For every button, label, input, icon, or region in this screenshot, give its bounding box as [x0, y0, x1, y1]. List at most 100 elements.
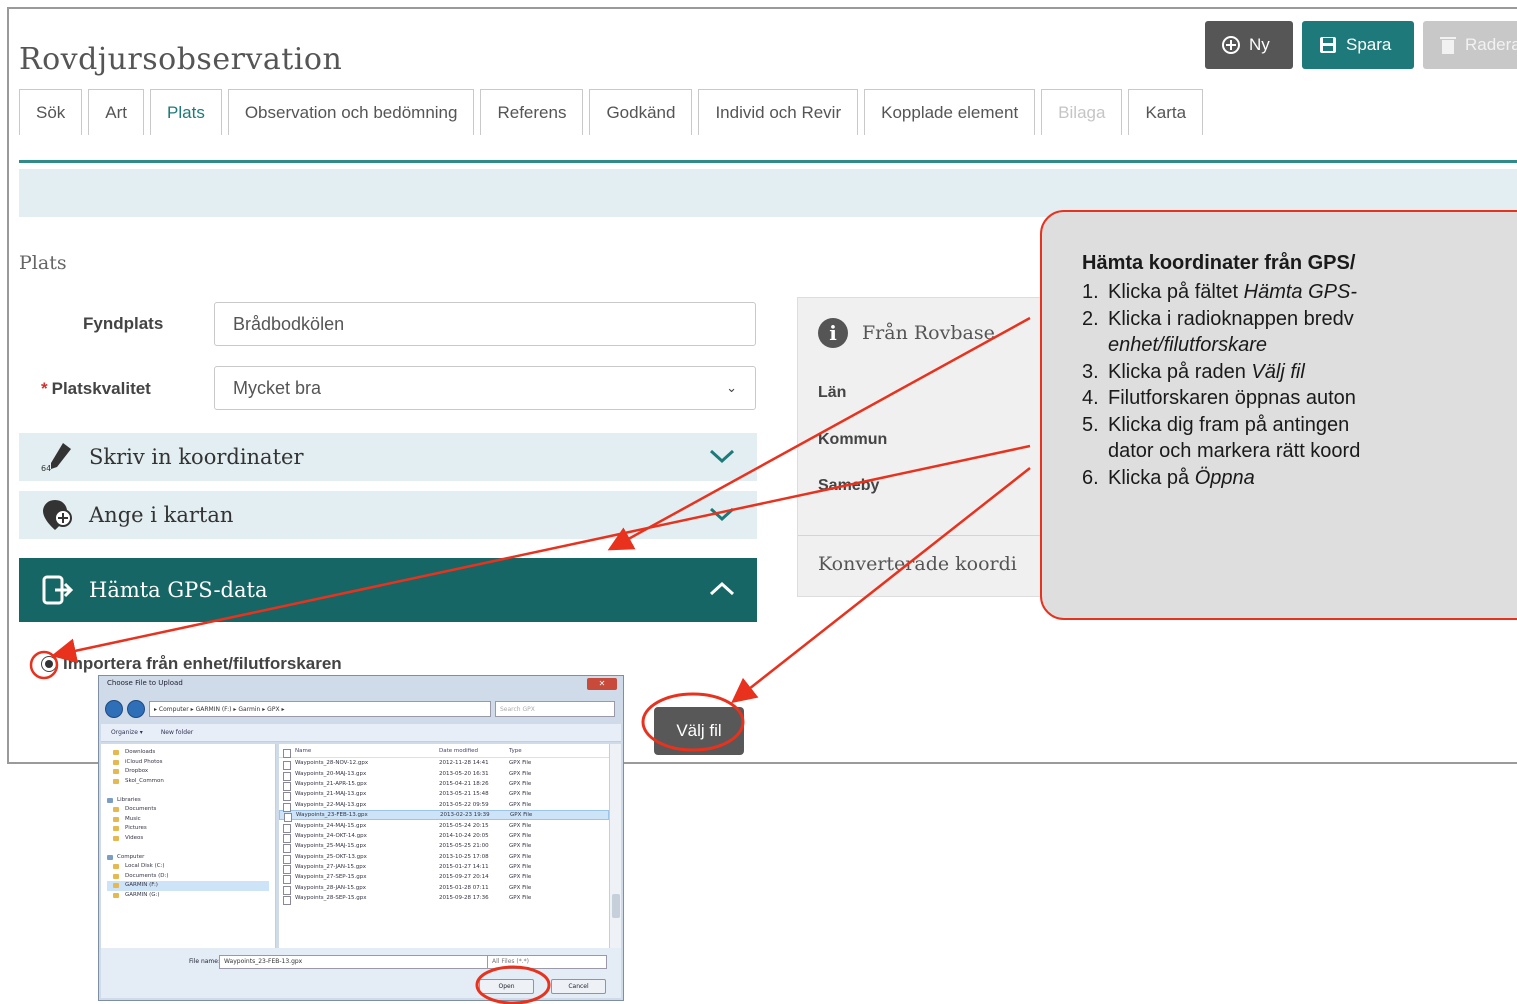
file-row[interactable]: Waypoints_20-MAJ-13.gpx 2013-05-20 16:31 G… [279, 768, 609, 781]
new-folder-button[interactable]: New folder [161, 729, 193, 736]
file-date: 2015-01-28 07:11 [439, 884, 489, 891]
tab-linked-elements[interactable]: Kopplade element [864, 89, 1036, 135]
file-name: Waypoints_22-MAJ-13.gpx [279, 802, 439, 812]
folder-tree-item[interactable]: GARMIN (F:) [107, 881, 269, 891]
open-button[interactable]: Open [479, 979, 534, 994]
file-name: Waypoints_25-MAJ-15.gpx [279, 843, 439, 854]
tab-map[interactable]: Karta [1128, 89, 1204, 135]
folder-tree-item[interactable]: Videos [107, 834, 269, 844]
tab-label: Plats [167, 102, 205, 122]
file-type: GPX File [509, 780, 532, 787]
folder-tree-item[interactable]: Computer [107, 853, 269, 863]
folder-tree-item[interactable]: Pictures [107, 824, 269, 834]
folder-tree-item[interactable]: iCloud Photos [107, 758, 269, 768]
delete-button[interactable]: Radera [1423, 21, 1517, 69]
tab-location[interactable]: Plats [150, 89, 222, 135]
file-type: GPX File [509, 884, 532, 891]
cancel-button[interactable]: Cancel [551, 979, 606, 994]
file-type-select[interactable]: All Files (*.*) [487, 955, 607, 969]
file-row[interactable]: Waypoints_27-JAN-15.gpx 2015-01-27 14:11 G… [279, 862, 609, 875]
back-icon[interactable] [105, 700, 123, 718]
step-number: 5. [1082, 413, 1099, 436]
info-icon: i [818, 318, 848, 348]
save-button[interactable]: Spara [1302, 21, 1414, 69]
file-row[interactable]: Waypoints_21-APR-15.gpx 2015-04-21 18:26 G… [279, 779, 609, 791]
tab-attachment: Bilaga [1041, 89, 1123, 135]
folder-tree-item[interactable]: Downloads [107, 748, 269, 758]
instruction-callout: Hämta koordinater från GPS/ 1. Klicka på … [1040, 210, 1517, 620]
file-type: GPX File [509, 874, 532, 881]
platskvalitet-select[interactable]: Mycket bra ⌄ [214, 366, 756, 410]
tab-approved[interactable]: Godkänd [589, 89, 693, 135]
file-type: GPX File [509, 843, 532, 850]
file-type: GPX File [510, 812, 533, 819]
folder-tree-item[interactable]: Documents (D:) [107, 872, 269, 882]
fyndplats-value: Brådbodkölen [233, 313, 345, 334]
file-list-header: Name Date modified Type [279, 744, 609, 758]
callout-step: 1. Klicka på fältet Hämta GPS- [1082, 279, 1517, 306]
file-row[interactable]: Waypoints_23-FEB-13.gpx 2013-02-23 19:39 G… [279, 809, 609, 823]
file-row[interactable]: Waypoints_25-MAJ-15.gpx 2015-05-25 21:00 G… [279, 841, 609, 854]
sameby-label: Sameby [818, 477, 880, 494]
file-list: Name Date modified Type Waypoints_28-NOV… [279, 744, 609, 952]
choose-file-button[interactable]: Välj fil [654, 707, 744, 755]
folder-tree-item[interactable]: Documents [107, 805, 269, 815]
close-icon[interactable]: ✕ [587, 678, 617, 690]
column-date[interactable]: Date modified [439, 748, 509, 754]
folder-tree-item[interactable]: GARMIN (G:) [107, 891, 269, 901]
county-label: Län [818, 384, 847, 401]
file-row[interactable]: Waypoints_28-JAN-15.gpx 2015-01-28 07:11 G… [279, 883, 609, 895]
column-name[interactable]: Name [279, 748, 439, 758]
file-row[interactable]: Waypoints_21-MAJ-13.gpx 2013-05-21 15:48 G… [279, 789, 609, 802]
file-name: Waypoints_20-MAJ-13.gpx [279, 771, 439, 781]
accordion-label: Skriv in koordinater [89, 445, 304, 469]
accordion-enter-coordinates[interactable]: 64 Skriv in koordinater [19, 433, 757, 481]
fyndplats-input[interactable]: Brådbodkölen [214, 302, 756, 346]
folder-tree-item[interactable]: Music [107, 815, 269, 825]
organize-menu[interactable]: Organize ▾ [111, 729, 143, 736]
file-row[interactable]: Waypoints_22-MAJ-13.gpx 2013-05-22 09:59 G… [279, 800, 609, 812]
file-row[interactable]: Waypoints_25-OKT-13.gpx 2013-10-25 17:08 G… [279, 852, 609, 864]
step-text: Klicka dig fram på antingen [1108, 413, 1350, 436]
file-row[interactable]: Waypoints_27-SEP-15.gpx 2015-09-27 20:14 G… [279, 872, 609, 885]
file-row[interactable]: Waypoints_28-SEP-15.gpx 2015-09-28 17:36 G… [279, 893, 609, 906]
step-text: dator och markera rätt koord [1108, 440, 1361, 462]
step-text: Klicka på raden [1108, 360, 1252, 383]
search-input[interactable]: Search GPX [495, 701, 615, 717]
accordion-label: Ange i kartan [89, 503, 234, 527]
import-option[interactable]: Importera från enhet/filutforskaren [41, 654, 342, 674]
file-name-input[interactable]: Waypoints_23-FEB-13.gpx [219, 955, 489, 969]
file-date: 2015-09-27 20:14 [439, 874, 489, 881]
step-text: Klicka i radioknappen bredv [1108, 307, 1354, 330]
save-button-label: Spara [1346, 35, 1392, 54]
step-text: Klicka på [1108, 466, 1195, 489]
address-bar[interactable]: ▸ Computer ▸ GARMIN (F:) ▸ Garmin ▸ GPX … [149, 701, 491, 717]
file-type: GPX File [509, 822, 532, 829]
folder-tree-item[interactable]: Local Disk (C:) [107, 862, 269, 872]
callout-step: 3. Klicka på raden Välj fil [1082, 359, 1517, 386]
forward-icon[interactable] [127, 700, 145, 718]
step-number: 2. [1082, 307, 1099, 330]
chevron-down-icon [709, 503, 735, 528]
tab-label: Kopplade element [881, 102, 1019, 122]
new-button[interactable]: Ny [1205, 21, 1293, 69]
tab-individual[interactable]: Individ och Revir [698, 89, 859, 135]
column-type[interactable]: Type [509, 748, 549, 754]
step-text: Filutforskaren öppnas auton [1108, 387, 1356, 409]
folder-tree-item[interactable]: Dropbox [107, 767, 269, 777]
accordion-fetch-gps-data[interactable]: Hämta GPS-data [19, 558, 757, 622]
callout-step: dator och markera rätt koord [1082, 438, 1517, 465]
import-radio[interactable] [41, 656, 57, 672]
tab-reference[interactable]: Referens [480, 89, 584, 135]
file-row[interactable]: Waypoints_28-NOV-12.gpx 2012-11-28 14:41 G… [279, 758, 609, 771]
dialog-toolbar: Organize ▾ New folder [101, 724, 621, 742]
tab-species[interactable]: Art [88, 89, 145, 135]
scrollbar[interactable] [609, 744, 621, 952]
tab-search[interactable]: Sök [19, 89, 83, 135]
tab-observation[interactable]: Observation och bedömning [227, 89, 475, 135]
folder-tree-item[interactable]: Libraries [107, 796, 269, 806]
folder-tree-item[interactable]: Skol_Common [107, 777, 269, 787]
file-row[interactable]: Waypoints_24-OKT-14.gpx 2014-10-24 20:05 G… [279, 831, 609, 843]
accordion-set-in-map[interactable]: Ange i kartan [19, 491, 757, 539]
file-row[interactable]: Waypoints_24-MAJ-15.gpx 2015-05-24 20:15 G… [279, 820, 609, 833]
